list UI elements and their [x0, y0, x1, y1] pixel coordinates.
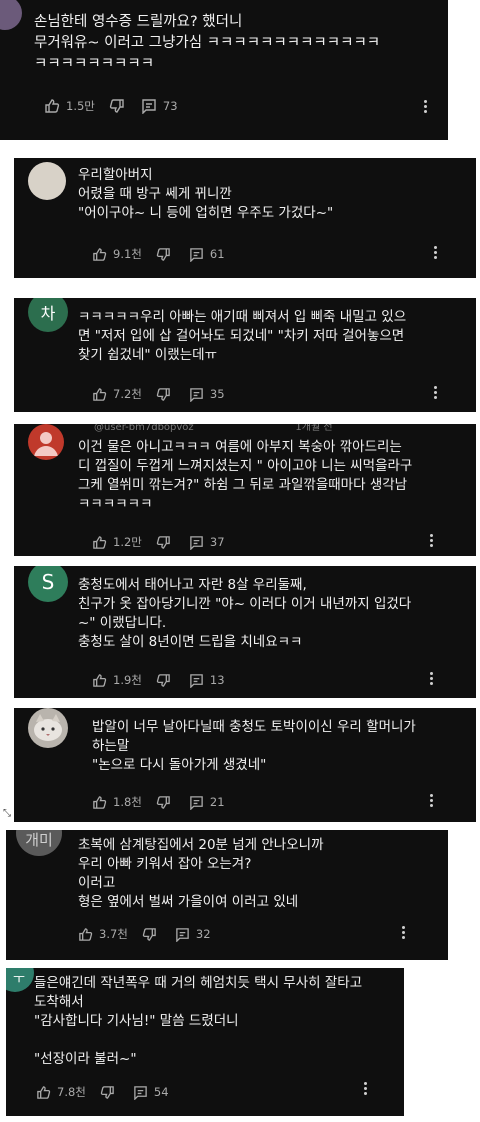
comment-actions: 1.2만 37	[92, 534, 239, 550]
thumbs-down-icon[interactable]	[156, 247, 171, 262]
reply-count: 13	[209, 673, 225, 687]
thumbs-down-icon[interactable]	[109, 98, 125, 114]
comment-card: S 충청도에서 태어나고 자란 8살 우리둘째, 친구가 옷 잡아당기니깐 "야…	[14, 566, 476, 698]
comment-actions: 9.1천 61	[92, 246, 239, 262]
more-options-icon[interactable]	[430, 532, 434, 549]
comment-text: 이건 물은 아니고ㅋㅋㅋ 여름에 아부지 복숭아 깎아드리는 디 껍질이 두껍게…	[78, 439, 413, 512]
like-count: 1.2만	[113, 535, 142, 549]
more-options-icon[interactable]	[364, 1080, 368, 1097]
comment-actions: 1.8천 21	[92, 794, 239, 810]
reply-count: 61	[209, 247, 225, 261]
comment-card: 밥알이 너무 날아다닐때 충청도 토박이이신 우리 할머니가 하는말 "논으로 …	[14, 708, 476, 822]
comment-actions: 1.5만 73	[44, 98, 192, 114]
comment-text: 충청도에서 태어나고 자란 8살 우리둘째, 친구가 옷 잡아당기니깐 "야~ …	[78, 577, 412, 650]
thumbs-down-icon[interactable]	[156, 673, 171, 688]
like-count: 7.8천	[57, 1085, 86, 1099]
more-options-icon[interactable]	[434, 244, 438, 261]
avatar-letter: S	[41, 570, 55, 594]
like-count: 1.9천	[113, 673, 142, 687]
thumbs-down-icon[interactable]	[100, 1085, 115, 1100]
comment-text: 우리할아버지 어렸을 때 방구 쎄게 뀌니깐 "어이구야~ 니 등에 업히면 우…	[78, 167, 334, 221]
like-count: 3.7천	[99, 927, 128, 941]
like-count: 1.8천	[113, 795, 142, 809]
avatar-letter: 차	[40, 304, 56, 323]
user-silhouette-icon	[34, 432, 58, 456]
avatar[interactable]	[28, 424, 64, 460]
avatar-letter: 개미	[25, 831, 53, 849]
like-count: 9.1천	[113, 247, 142, 261]
more-options-icon[interactable]	[430, 670, 434, 687]
comment-card: 우리할아버지 어렸을 때 방구 쎄게 뀌니깐 "어이구야~ 니 등에 업히면 우…	[14, 158, 476, 278]
comment-text: 들은얘긴데 작년폭우 때 거의 헤엄치듯 택시 무사히 잘타고 도착해서 "감사…	[34, 975, 363, 1067]
comment-text: ㅋㅋㅋㅋㅋ우리 아빠는 애기때 삐져서 입 삐죽 내밀고 있으 면 "저저 입에…	[78, 309, 407, 363]
avatar[interactable]: ㅜ	[6, 968, 34, 992]
avatar[interactable]	[28, 708, 68, 748]
thumbs-up-icon[interactable]	[36, 1085, 51, 1100]
avatar-letter: ㅜ	[13, 971, 25, 987]
comment-card: 손님한테 영수증 드릴까요? 했더니 무거워유~ 이러고 그냥가심 ㅋㅋㅋㅋㅋㅋ…	[0, 0, 448, 140]
comment-text: 손님한테 영수증 드릴까요? 했더니 무거워유~ 이러고 그냥가심 ㅋㅋㅋㅋㅋㅋ…	[34, 14, 381, 72]
thumbs-down-icon[interactable]	[142, 927, 157, 942]
thumbs-up-icon[interactable]	[44, 98, 60, 114]
comment-header: @user-bm7dbopvoz 1개월 전	[94, 424, 333, 433]
reply-icon[interactable]	[189, 673, 204, 688]
reply-icon[interactable]	[189, 247, 204, 262]
avatar[interactable]: 개미	[16, 830, 62, 856]
reply-icon[interactable]	[141, 98, 157, 114]
cat-photo-icon	[34, 714, 62, 741]
thumbs-up-icon[interactable]	[92, 247, 107, 262]
reply-icon[interactable]	[133, 1085, 148, 1100]
thumbs-down-icon[interactable]	[156, 535, 171, 550]
expand-icon[interactable]: ⤡	[3, 808, 13, 820]
reply-count: 54	[153, 1085, 169, 1099]
reply-count: 37	[209, 535, 225, 549]
thumbs-up-icon[interactable]	[92, 795, 107, 810]
thumbs-up-icon[interactable]	[78, 927, 93, 942]
comment-card: 차 ㅋㅋㅋㅋㅋ우리 아빠는 애기때 삐져서 입 삐죽 내밀고 있으 면 "저저 …	[14, 298, 476, 412]
reply-count: 32	[195, 927, 211, 941]
more-options-icon[interactable]	[430, 792, 434, 809]
comment-actions: 1.9천 13	[92, 672, 239, 688]
avatar[interactable]	[28, 162, 66, 200]
comment-actions: 7.8천 54	[36, 1084, 183, 1100]
reply-icon[interactable]	[189, 387, 204, 402]
comment-card: @user-bm7dbopvoz 1개월 전 이건 물은 아니고ㅋㅋㅋ 여름에 …	[14, 424, 476, 556]
reply-count: 21	[209, 795, 225, 809]
avatar[interactable]: 차	[28, 298, 68, 332]
comment-card: 개미 초복에 삼계탕집에서 20분 넘게 안나오니까 우리 아빠 키워서 잡아 …	[6, 830, 448, 960]
thumbs-up-icon[interactable]	[92, 387, 107, 402]
thumbs-up-icon[interactable]	[92, 535, 107, 550]
thumbs-down-icon[interactable]	[156, 795, 171, 810]
avatar[interactable]: S	[28, 566, 68, 602]
reply-icon[interactable]	[189, 795, 204, 810]
comment-actions: 7.2천 35	[92, 386, 239, 402]
reply-count: 35	[209, 387, 225, 401]
comment-card: ㅜ 들은얘긴데 작년폭우 때 거의 헤엄치듯 택시 무사히 잘타고 도착해서 "…	[6, 968, 404, 1116]
more-options-icon[interactable]	[434, 384, 438, 401]
reply-icon[interactable]	[175, 927, 190, 942]
more-options-icon[interactable]	[424, 98, 428, 115]
like-count: 7.2천	[113, 387, 142, 401]
like-count: 1.5만	[66, 99, 95, 113]
avatar[interactable]	[0, 0, 22, 30]
thumbs-down-icon[interactable]	[156, 387, 171, 402]
comment-text: 초복에 삼계탕집에서 20분 넘게 안나오니까 우리 아빠 키워서 잡아 오는겨…	[78, 837, 324, 910]
comment-text: 밥알이 너무 날아다닐때 충청도 토박이이신 우리 할머니가 하는말 "논으로 …	[92, 719, 416, 773]
reply-count: 73	[162, 99, 178, 113]
comment-actions: 3.7천 32	[78, 926, 225, 942]
reply-icon[interactable]	[189, 535, 204, 550]
thumbs-up-icon[interactable]	[92, 673, 107, 688]
more-options-icon[interactable]	[402, 924, 406, 941]
